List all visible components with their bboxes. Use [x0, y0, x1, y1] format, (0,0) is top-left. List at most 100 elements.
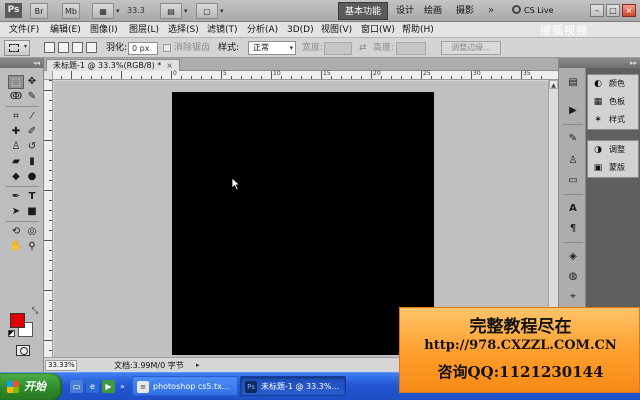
- menu-view[interactable]: 视图(V): [321, 22, 352, 38]
- swap-colors-icon[interactable]: ⤡: [27, 304, 43, 318]
- media-player-icon[interactable]: ▶: [102, 380, 115, 393]
- menu-help[interactable]: 帮助(H): [402, 22, 434, 38]
- menu-select[interactable]: 选择(S): [168, 22, 199, 38]
- rectangular-marquee-tool-icon[interactable]: ⬚: [8, 75, 24, 89]
- quick-mask-icon[interactable]: [16, 345, 30, 356]
- style-select[interactable]: 正常 ▾: [248, 41, 296, 55]
- 3d-rotate-tool-icon[interactable]: ⟲: [8, 225, 24, 239]
- add-to-selection-icon[interactable]: [58, 42, 69, 53]
- maximize-button[interactable]: □: [606, 4, 620, 17]
- dodge-tool-icon[interactable]: ●: [24, 170, 40, 184]
- horizontal-ruler[interactable]: 0 5 10 15 20 25 30 35: [53, 71, 558, 80]
- screen-mode-button[interactable]: ▢: [196, 3, 218, 19]
- menu-file[interactable]: 文件(F): [9, 22, 39, 38]
- healing-brush-tool-icon[interactable]: ✚: [8, 125, 24, 139]
- intersect-selection-icon[interactable]: [86, 42, 97, 53]
- height-input[interactable]: [396, 42, 426, 55]
- arrange-documents-button[interactable]: ▤: [160, 3, 182, 19]
- swap-dimensions-icon[interactable]: ⇄: [359, 38, 367, 58]
- character-panel-icon[interactable]: A: [565, 202, 581, 216]
- gradient-tool-icon[interactable]: ▮: [24, 155, 40, 169]
- mini-bridge-button[interactable]: Mb: [62, 3, 80, 19]
- quick-selection-tool-icon[interactable]: ✎: [24, 90, 40, 104]
- menu-window[interactable]: 窗口(W): [361, 22, 395, 38]
- cs-live-button[interactable]: CS Live: [512, 4, 554, 18]
- menu-layer[interactable]: 图层(L): [129, 22, 159, 38]
- crop-tool-icon[interactable]: ⌗: [8, 110, 24, 124]
- blur-tool-icon[interactable]: ◆: [8, 170, 24, 184]
- workspace-photography[interactable]: 摄影: [450, 2, 480, 20]
- workspace-design[interactable]: 设计: [390, 2, 420, 20]
- refine-edge-button[interactable]: 调整边缘...: [441, 41, 501, 55]
- paths-panel-icon[interactable]: ⌖: [565, 290, 581, 304]
- quick-launch-more-icon[interactable]: »: [116, 380, 129, 393]
- eraser-tool-icon[interactable]: ▰: [8, 155, 24, 169]
- arrange-chevron-icon[interactable]: ▾: [184, 3, 188, 19]
- close-tab-icon[interactable]: ×: [166, 61, 173, 70]
- hand-tool-icon[interactable]: ✋: [8, 240, 24, 254]
- type-tool-icon[interactable]: T: [24, 190, 40, 204]
- feather-input[interactable]: 0 px: [128, 42, 158, 55]
- document-canvas[interactable]: [172, 92, 434, 355]
- antialias-checkbox[interactable]: [163, 44, 171, 52]
- view-extras-button[interactable]: ▦: [92, 3, 114, 19]
- foreground-color-swatch[interactable]: [10, 313, 25, 328]
- brush-presets-panel-icon[interactable]: ✎: [565, 132, 581, 146]
- paragraph-panel-icon[interactable]: ¶: [565, 222, 581, 236]
- actions-panel-icon[interactable]: ▶: [565, 104, 581, 118]
- shape-tool-icon[interactable]: ■: [24, 205, 40, 219]
- clone-source-panel-icon[interactable]: ♙: [565, 154, 581, 168]
- menu-analysis[interactable]: 分析(A): [247, 22, 278, 38]
- tool-preset-picker[interactable]: ▾: [4, 40, 30, 56]
- status-menu-arrow-icon[interactable]: ▸: [196, 358, 200, 373]
- screen-mode-chevron-icon[interactable]: ▾: [220, 3, 224, 19]
- layers-panel-icon[interactable]: ◈: [565, 250, 581, 264]
- channels-panel-icon[interactable]: ◍: [565, 270, 581, 284]
- path-selection-tool-icon[interactable]: ➤: [8, 205, 24, 219]
- width-input[interactable]: [324, 42, 352, 55]
- move-tool-icon[interactable]: ✥: [24, 75, 40, 89]
- pen-tool-icon[interactable]: ✒: [8, 190, 24, 204]
- ruler-origin[interactable]: [44, 71, 53, 80]
- start-button[interactable]: 开始: [0, 373, 62, 400]
- workspace-more-icon[interactable]: »: [488, 3, 494, 19]
- history-panel-icon[interactable]: ▤: [565, 76, 581, 90]
- menu-filter[interactable]: 滤镜(T): [207, 22, 238, 38]
- taskbar-item-photoshop[interactable]: Ps 未标题-1 @ 33.3%...: [240, 376, 346, 396]
- bridge-button[interactable]: Br: [30, 3, 48, 19]
- collapse-icon[interactable]: ◂◂: [33, 58, 40, 68]
- history-brush-tool-icon[interactable]: ↺: [24, 140, 40, 154]
- view-extras-chevron-icon[interactable]: ▾: [116, 3, 120, 19]
- minimize-button[interactable]: –: [590, 4, 604, 17]
- lasso-tool-icon[interactable]: ↂ: [8, 90, 24, 104]
- tools-panel-grip[interactable]: ◂◂: [0, 58, 44, 68]
- subtract-selection-icon[interactable]: [72, 42, 83, 53]
- new-selection-icon[interactable]: [44, 42, 55, 53]
- clone-stamp-tool-icon[interactable]: ♙: [8, 140, 24, 154]
- internet-explorer-icon[interactable]: e: [86, 380, 99, 393]
- tool-presets-panel-icon[interactable]: ▭: [565, 174, 581, 188]
- panel-dock-grip[interactable]: ▸▸: [586, 58, 640, 68]
- close-button[interactable]: ×: [622, 4, 636, 17]
- menu-edit[interactable]: 编辑(E): [50, 22, 81, 38]
- taskbar-item-text-document[interactable]: ≡ photoshop cs5.tx...: [132, 376, 238, 396]
- zoom-level-field[interactable]: 33.3: [127, 3, 155, 18]
- menu-3d[interactable]: 3D(D): [287, 22, 314, 38]
- menu-image[interactable]: 图像(I): [90, 22, 118, 38]
- scroll-up-icon[interactable]: ▲: [549, 80, 558, 89]
- swatches-panel-tab[interactable]: ▦ 色板: [588, 93, 638, 111]
- 3d-camera-tool-icon[interactable]: ◎: [24, 225, 40, 239]
- workspace-essentials[interactable]: 基本功能: [338, 2, 389, 20]
- masks-panel-tab[interactable]: ▣ 蒙版: [588, 159, 638, 177]
- styles-panel-tab[interactable]: ✶ 样式: [588, 111, 638, 129]
- adjustments-panel-tab[interactable]: ◑ 调整: [588, 141, 638, 159]
- status-zoom-field[interactable]: 33.33%: [45, 360, 77, 371]
- eyedropper-tool-icon[interactable]: ⁄: [24, 110, 40, 124]
- show-desktop-icon[interactable]: ▭: [70, 380, 83, 393]
- default-colors-icon[interactable]: [8, 330, 15, 337]
- zoom-tool-icon[interactable]: ⚲: [24, 240, 40, 254]
- collapse-icon[interactable]: ▸▸: [630, 58, 637, 68]
- vertical-ruler[interactable]: [44, 80, 53, 357]
- document-tab[interactable]: 未标题-1 @ 33.3%(RGB/8) * ×: [46, 59, 180, 71]
- panel-strip-grip[interactable]: [559, 58, 587, 68]
